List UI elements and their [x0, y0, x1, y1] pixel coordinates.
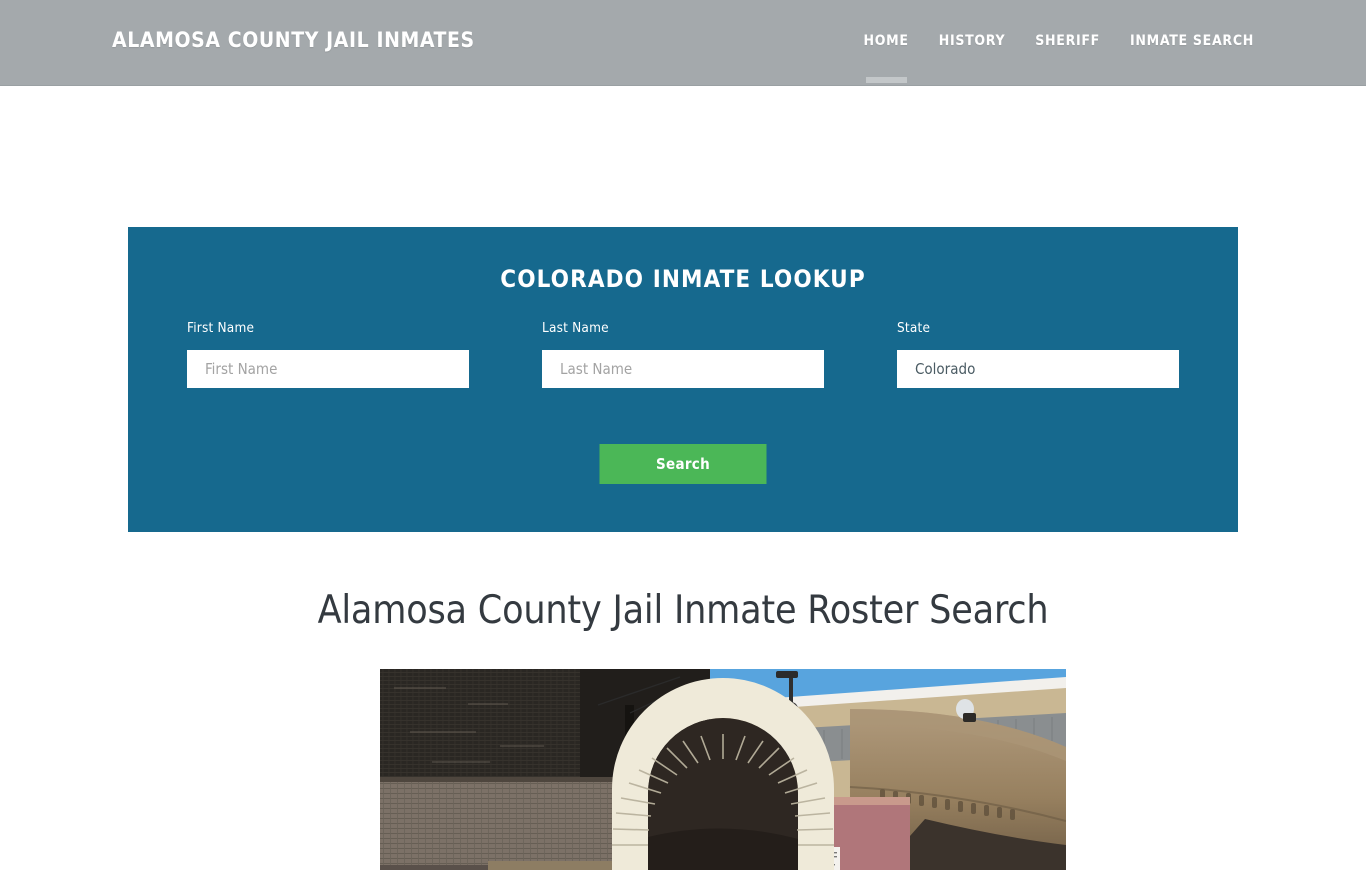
last-name-input[interactable] — [542, 349, 824, 388]
search-button[interactable]: Search — [599, 444, 767, 484]
facility-photo — [380, 669, 1066, 870]
field-group-first-name: First Name — [187, 320, 469, 388]
nav-item-history[interactable]: HISTORY — [939, 32, 1006, 50]
header-inner: ALAMOSA COUNTY JAIL INMATES HOME HISTORY… — [0, 0, 1366, 85]
last-name-label: Last Name — [542, 320, 609, 336]
page-content: COLORADO INMATE LOOKUP First Name Last N… — [0, 86, 1366, 870]
page-title: Alamosa County Jail Inmate Roster Search — [317, 588, 1049, 633]
first-name-input[interactable] — [187, 349, 469, 388]
inmate-lookup-panel: COLORADO INMATE LOOKUP First Name Last N… — [128, 227, 1238, 532]
facility-photo-image — [380, 669, 1066, 870]
nav-item-home[interactable]: HOME — [864, 32, 909, 83]
first-name-label: First Name — [187, 320, 255, 336]
state-input[interactable] — [897, 349, 1179, 388]
site-brand-logo[interactable]: ALAMOSA COUNTY JAIL INMATES — [112, 30, 475, 51]
field-group-last-name: Last Name — [542, 320, 824, 388]
lookup-panel-title: COLORADO INMATE LOOKUP — [500, 265, 866, 293]
lookup-field-row: First Name Last Name State — [128, 320, 1238, 417]
nav-item-sheriff[interactable]: SHERIFF — [1035, 32, 1100, 50]
nav-item-inmate-search[interactable]: INMATE SEARCH — [1130, 32, 1254, 50]
site-header: ALAMOSA COUNTY JAIL INMATES HOME HISTORY… — [0, 0, 1366, 86]
field-group-state: State — [897, 320, 1179, 388]
main-navigation: HOME HISTORY SHERIFF INMATE SEARCH — [864, 32, 1254, 83]
state-label: State — [897, 320, 931, 336]
